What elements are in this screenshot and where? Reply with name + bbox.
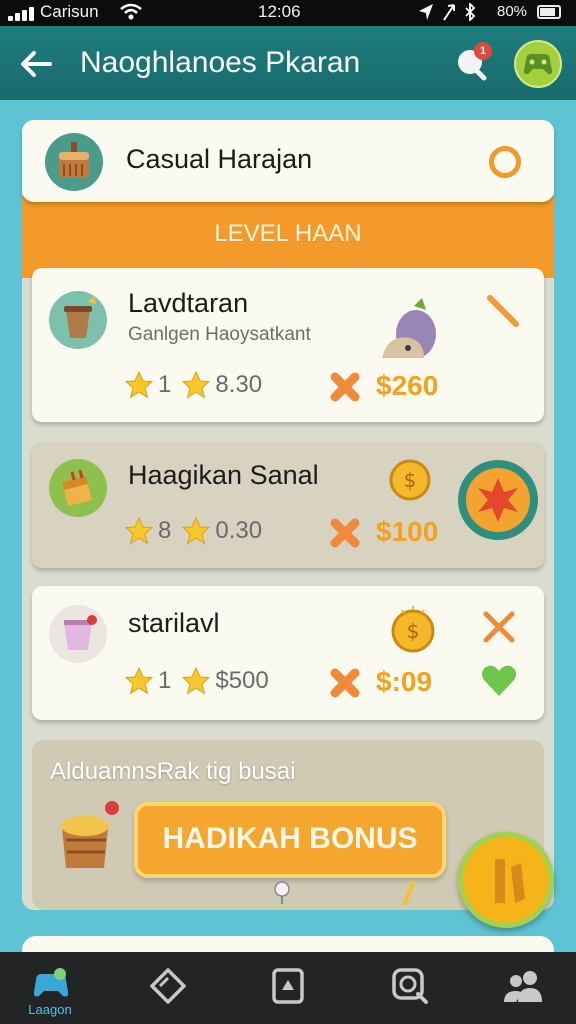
category-header-card[interactable]: Casual Harajan xyxy=(22,120,554,202)
bluetooth-icon xyxy=(465,3,476,21)
star-icon xyxy=(124,666,154,695)
status-bar: Carisun 12:06 80% xyxy=(0,0,576,26)
nav-item-tags[interactable] xyxy=(128,952,208,1024)
level-name: starilavl xyxy=(128,608,220,638)
star-stats: 8 0.30 xyxy=(124,516,272,546)
level-name: Lavdtaran xyxy=(128,288,249,318)
star-count: 8 xyxy=(158,517,172,544)
svg-text:$: $ xyxy=(407,619,420,643)
card-icon xyxy=(272,968,304,1004)
game-controller-icon xyxy=(33,968,69,997)
floating-action-button[interactable] xyxy=(458,832,554,928)
ticket-icon xyxy=(495,859,525,903)
page-title: Naoghlanoes Pkaran xyxy=(80,46,361,79)
level-price: $:09 xyxy=(376,666,433,697)
nav-item-cards[interactable] xyxy=(248,952,328,1024)
level-card[interactable]: Lavdtaran Ganlgen Haoysatkant 1 8.30 $26… xyxy=(32,268,544,422)
star-icon xyxy=(182,516,211,545)
notification-button[interactable]: 1 xyxy=(452,42,492,82)
search-icon xyxy=(392,968,428,1004)
app-bar: Naoghlanoes Pkaran 1 xyxy=(0,26,576,100)
back-arrow-icon[interactable] xyxy=(16,44,56,84)
nav-label-home: Laagon xyxy=(28,1002,72,1017)
star-icon xyxy=(182,370,211,399)
wifi-icon xyxy=(120,3,142,20)
star-icon xyxy=(124,516,154,545)
spin-wheel-button[interactable] xyxy=(456,458,540,542)
star-stats: 1 $500 xyxy=(124,666,279,696)
clock: 12:06 xyxy=(258,2,301,21)
level-price: $260 xyxy=(376,370,439,401)
claim-bonus-button[interactable]: HADIKAH BONUS xyxy=(134,802,446,878)
level-card[interactable]: Haagikan Sanal 8 0.30 $100 $ xyxy=(32,442,544,568)
level-price: $100 xyxy=(376,516,439,547)
key-icon xyxy=(274,881,290,904)
star-stats: 1 8.30 xyxy=(124,370,272,400)
cake-icon xyxy=(45,133,103,191)
bottom-navigation: Laagon xyxy=(0,952,576,1024)
level-banner-label: LEVEL HAAN xyxy=(214,220,362,247)
notification-badge: 1 xyxy=(474,42,492,60)
box-icon xyxy=(49,459,107,517)
cross-token-icon xyxy=(330,518,360,548)
level-card[interactable]: starilavl 1 $500 $:09 $ xyxy=(32,586,544,720)
svg-text:$: $ xyxy=(404,468,417,492)
profile-avatar[interactable] xyxy=(514,40,562,88)
carrier-name: Carisun xyxy=(40,2,99,21)
signal-arrow-icon xyxy=(443,4,455,21)
cross-token-icon xyxy=(330,668,360,698)
level-name: Haagikan Sanal xyxy=(128,460,319,490)
pencil-small-icon xyxy=(402,880,416,906)
game-controller-icon xyxy=(523,54,553,75)
circle-status-icon[interactable] xyxy=(489,146,521,178)
location-icon xyxy=(419,4,433,20)
nav-item-friends[interactable] xyxy=(482,952,562,1024)
coffee-cup-icon xyxy=(49,291,107,349)
star-count: 1 xyxy=(158,371,172,398)
star-value: 0.30 xyxy=(215,517,263,544)
battery-percent: 80% xyxy=(497,3,528,20)
category-title: Casual Harajan xyxy=(126,144,313,174)
drink-cup-icon xyxy=(49,605,107,663)
coin-icon: $ xyxy=(389,459,431,501)
star-count: 1 xyxy=(158,667,172,694)
star-icon xyxy=(124,370,154,399)
tag-icon xyxy=(150,968,186,1004)
signal-icon xyxy=(8,7,36,21)
eggplant-creature-icon xyxy=(382,298,436,358)
star-value: 8.30 xyxy=(215,371,263,398)
cross-token-icon xyxy=(330,372,360,402)
battery-icon xyxy=(537,5,561,19)
pencil-icon[interactable] xyxy=(482,292,522,332)
nav-item-search[interactable] xyxy=(370,952,450,1024)
level-list-panel: Casual Harajan LEVEL HAAN Lavdtaran Ganl… xyxy=(22,120,554,910)
star-icon xyxy=(182,666,211,695)
coin-icon: $ xyxy=(391,606,435,653)
heart-icon[interactable] xyxy=(480,662,518,698)
star-value: $500 xyxy=(215,667,269,694)
basket-icon xyxy=(61,801,119,868)
level-subtitle: Ganlgen Haoysatkant xyxy=(128,324,311,345)
bonus-caption: AlduamnsRak tig busai xyxy=(50,758,296,785)
level-banner: LEVEL HAAN xyxy=(22,196,554,278)
people-icon xyxy=(504,971,542,1002)
nav-item-home[interactable]: Laagon xyxy=(10,952,90,1024)
close-icon[interactable] xyxy=(480,608,518,646)
